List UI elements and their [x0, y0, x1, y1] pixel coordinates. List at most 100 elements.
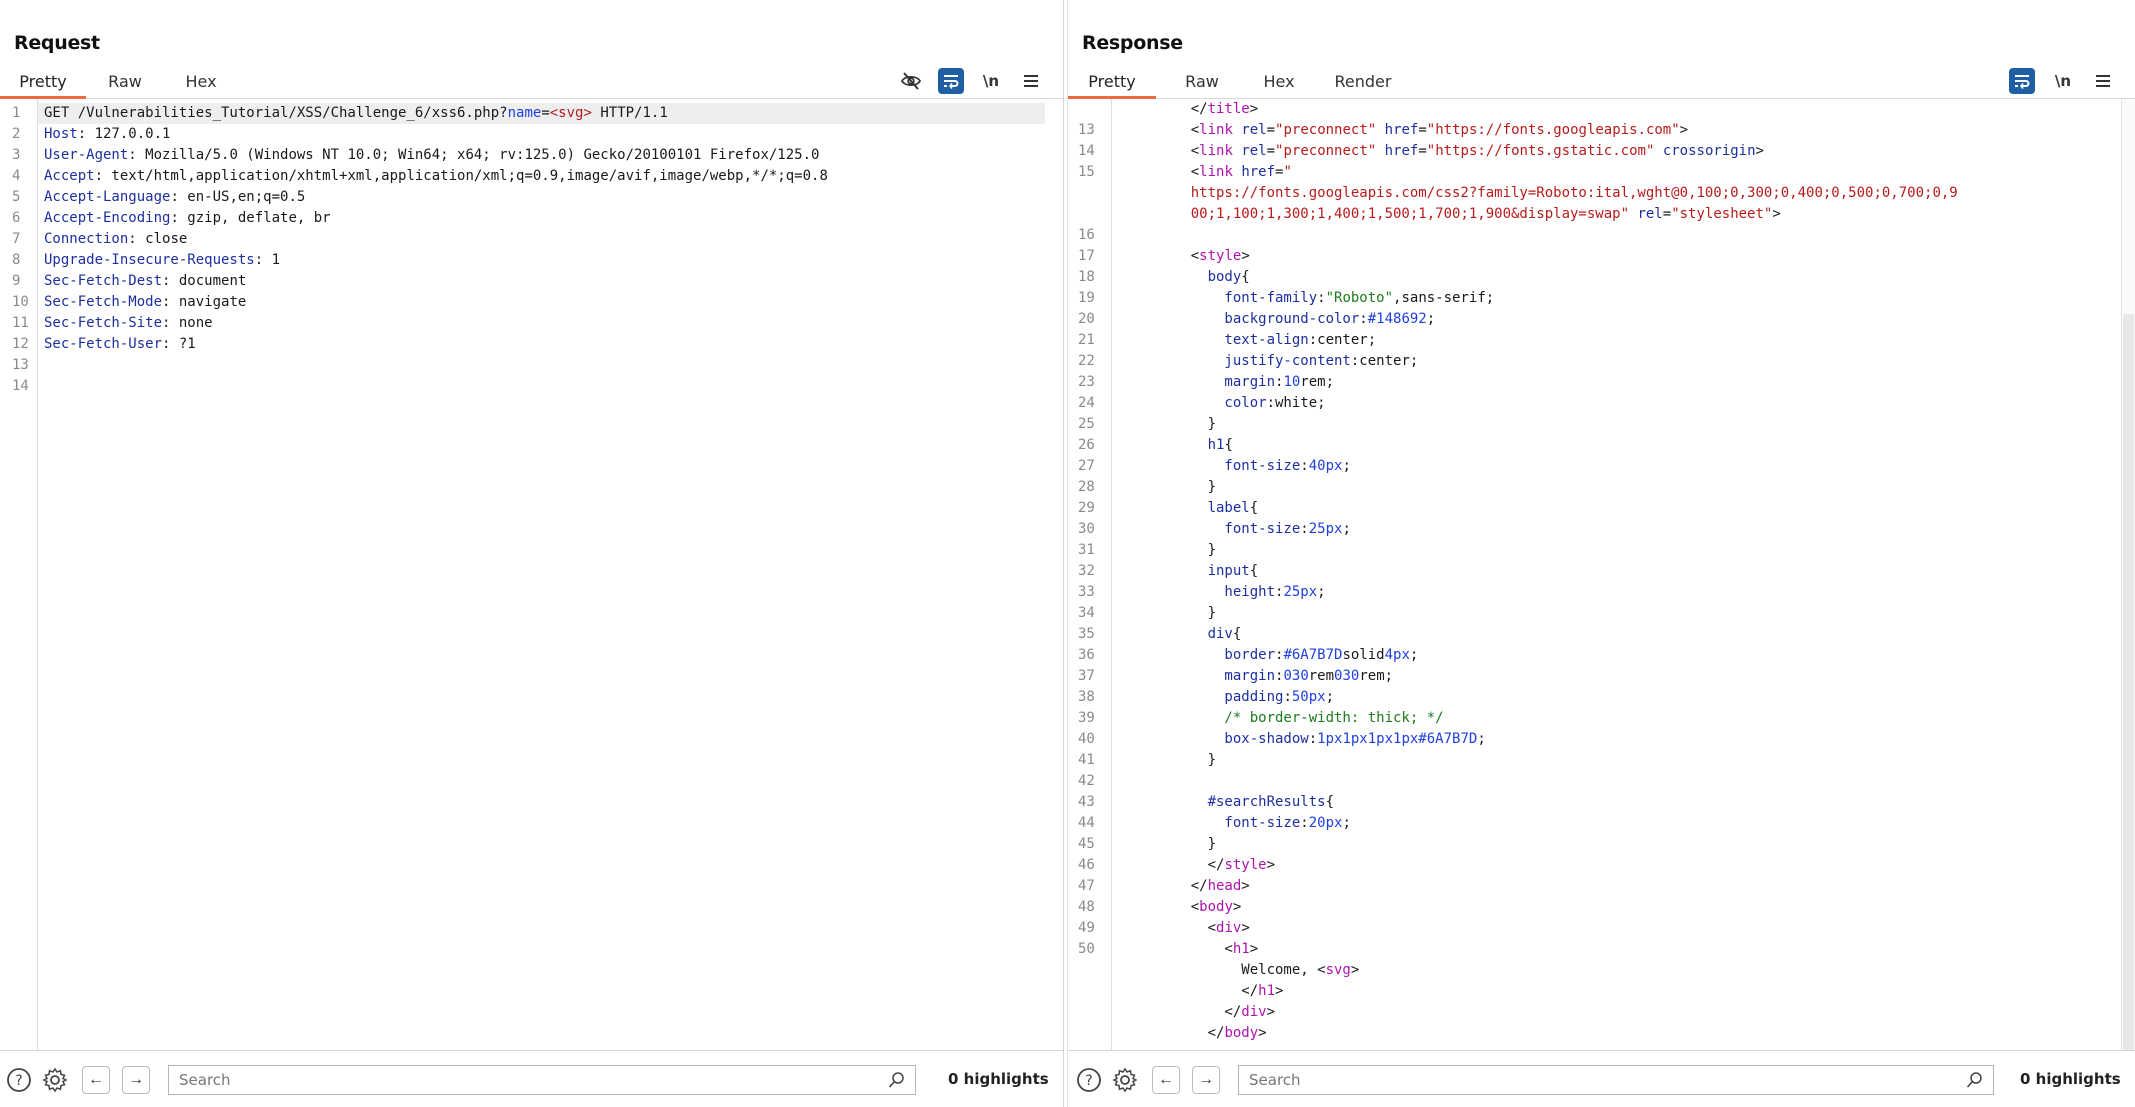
token: svg: [1325, 962, 1351, 978]
token: {: [1325, 794, 1335, 810]
token: <: [1157, 248, 1200, 264]
code-line: 13: [0, 355, 1063, 376]
code-line: 11 Sec-Fetch-Site: none: [0, 313, 1063, 334]
response-menu-button[interactable]: [2090, 68, 2116, 94]
token: border: [1157, 647, 1276, 663]
token: }: [1157, 416, 1217, 432]
line-text: Accept: text/html,application/xhtml+xml,…: [44, 166, 828, 187]
line-text: <link rel="preconnect" href="https://fon…: [1157, 141, 1764, 162]
code-line: 30 font-size:25px;: [1068, 519, 2135, 540]
request-search-input[interactable]: [169, 1066, 915, 1094]
token: "stylesheet": [1671, 206, 1773, 222]
token: rem: [1308, 668, 1335, 684]
token: >: [1232, 899, 1242, 915]
code-line: 3 User-Agent: Mozilla/5.0 (Windows NT 10.…: [0, 145, 1063, 166]
token: input: [1157, 563, 1250, 579]
token: "Roboto": [1325, 290, 1394, 306]
token: }: [1157, 605, 1217, 621]
help-button[interactable]: ?: [1076, 1067, 1102, 1093]
token: rem;: [1359, 668, 1394, 684]
hide-nonprintable-button[interactable]: [898, 68, 924, 94]
token: body: [1157, 269, 1242, 285]
line-number: 3: [12, 147, 21, 163]
show-newlines-toggle[interactable]: \n: [978, 68, 1004, 94]
line-text: Sec-Fetch-Mode: navigate: [44, 292, 246, 313]
token: >: [1679, 122, 1689, 138]
line-text: </title>: [1157, 99, 1258, 120]
request-tab-raw[interactable]: Raw: [100, 70, 150, 96]
token: : document: [162, 273, 247, 289]
response-show-newlines-toggle[interactable]: \n: [2050, 68, 2076, 94]
token: User-Agent: [44, 147, 129, 163]
line-text: input{: [1157, 561, 1259, 582]
code-line: 15 <link href=": [1068, 162, 2135, 183]
response-tab-render[interactable]: Render: [1328, 70, 1398, 96]
request-tab-pretty[interactable]: Pretty: [0, 70, 86, 99]
arrow-right-icon: →: [128, 1071, 144, 1088]
code-line: 31 }: [1068, 540, 2135, 561]
code-line: 35 div{: [1068, 624, 2135, 645]
code-line: 29 label{: [1068, 498, 2135, 519]
previous-match-button[interactable]: ←: [1152, 1066, 1180, 1094]
line-text: </h1>: [1157, 981, 1283, 1002]
previous-match-button[interactable]: ←: [82, 1066, 110, 1094]
settings-button[interactable]: [1112, 1067, 1138, 1093]
token: 25px: [1308, 521, 1343, 537]
token: link: [1199, 164, 1233, 180]
line-number: 30: [1078, 521, 1095, 537]
response-tabs: Pretty Raw Hex Render: [1068, 70, 2135, 99]
code-line: 14: [0, 376, 1063, 397]
response-tab-raw[interactable]: Raw: [1178, 70, 1226, 96]
code-line: https://fonts.googleapis.com/css2?family…: [1068, 183, 2135, 204]
response-editor[interactable]: </title> 13 <link rel="preconnect" href="…: [1068, 99, 2135, 1051]
token: Sec-Fetch-User: [44, 336, 163, 352]
response-search-box: [1238, 1065, 1994, 1095]
token: rem;: [1300, 374, 1335, 390]
token: "https://fonts.gstatic.com": [1426, 143, 1655, 159]
request-tab-hex[interactable]: Hex: [178, 70, 224, 96]
help-button[interactable]: ?: [6, 1067, 32, 1093]
code-line: 45 }: [1068, 834, 2135, 855]
settings-button[interactable]: [42, 1067, 68, 1093]
newline-label: \n: [2054, 72, 2072, 90]
response-search-input[interactable]: [1239, 1066, 1993, 1094]
token: </: [1157, 1004, 1242, 1020]
line-text: </head>: [1157, 876, 1250, 897]
token: rel: [1241, 143, 1267, 159]
help-icon: ?: [7, 1068, 31, 1092]
token: }: [1157, 479, 1217, 495]
token: label: [1157, 500, 1250, 516]
token: :center;: [1350, 353, 1419, 369]
token: 10: [1283, 374, 1301, 390]
response-pane: Response Pretty Raw Hex Render \n </titl…: [1068, 0, 2135, 1107]
line-text: margin:030rem030rem;: [1157, 666, 1393, 687]
token: : close: [128, 231, 188, 247]
code-line: 42: [1068, 771, 2135, 792]
token: :: [1308, 731, 1318, 747]
token: {: [1232, 626, 1242, 642]
line-text: text-align:center;: [1157, 330, 1376, 351]
line-text: https://fonts.googleapis.com/css2?family…: [1157, 183, 1958, 204]
line-text: <link href=": [1157, 162, 1292, 183]
next-match-button[interactable]: →: [1192, 1066, 1220, 1094]
response-word-wrap-toggle[interactable]: [2009, 68, 2035, 94]
word-wrap-toggle[interactable]: [938, 68, 964, 94]
request-menu-button[interactable]: [1018, 68, 1044, 94]
token: color: [1157, 395, 1267, 411]
token: {: [1249, 500, 1259, 516]
request-editor[interactable]: 1 GET /Vulnerabilities_Tutorial/XSS/Chall…: [0, 99, 1063, 1051]
next-match-button[interactable]: →: [122, 1066, 150, 1094]
code-line: 34 }: [1068, 603, 2135, 624]
newline-label: \n: [982, 72, 1000, 90]
token: : 1: [254, 252, 281, 268]
token: Host: [44, 126, 78, 142]
code-line: </body>: [1068, 1023, 2135, 1044]
line-number: 28: [1078, 479, 1095, 495]
token: {: [1224, 437, 1233, 453]
token: </: [1157, 1025, 1225, 1041]
code-line: 22 justify-content:center;: [1068, 351, 2135, 372]
response-tab-pretty[interactable]: Pretty: [1068, 70, 1156, 99]
response-tab-hex[interactable]: Hex: [1256, 70, 1302, 96]
line-number: 24: [1078, 395, 1095, 411]
token: : none: [162, 315, 213, 331]
